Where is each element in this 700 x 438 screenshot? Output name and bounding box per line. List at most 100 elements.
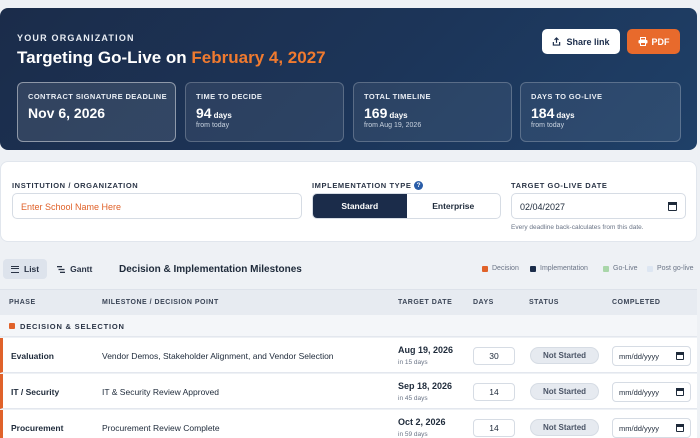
golive-date-value: 02/04/2027	[520, 202, 566, 212]
impl-type-toggle[interactable]: Standard Enterprise	[312, 193, 501, 219]
legend-golive: Go-Live	[603, 265, 638, 272]
stat-unit: days	[389, 111, 408, 120]
group-header-decision: DECISION & SELECTION	[0, 315, 697, 337]
view-toggle[interactable]: List Gantt	[3, 259, 108, 279]
row-completed-input[interactable]: mm/dd/yyyy	[612, 382, 691, 402]
pdf-button[interactable]: PDF	[627, 29, 680, 54]
row-days-input[interactable]: 14	[473, 419, 515, 437]
view-list-tab[interactable]: List	[3, 259, 48, 279]
row-status-badge[interactable]: Not Started	[530, 347, 599, 364]
golive-hint: Every deadline back-calculates from this…	[511, 224, 644, 231]
stat-label: DAYS TO GO-LIVE	[531, 92, 603, 101]
legend-swatch	[603, 265, 609, 272]
table-row: IT / Security IT & Security Review Appro…	[0, 374, 697, 409]
stat-contract-deadline: CONTRACT SIGNATURE DEADLINE Nov 6, 2026	[17, 82, 176, 142]
section-title: Decision & Implementation Milestones	[119, 264, 302, 275]
calendar-icon[interactable]	[676, 424, 684, 432]
row-date-sub: in 59 days	[398, 431, 428, 438]
share-link-label: Share link	[566, 36, 610, 47]
legend-swatch	[482, 265, 488, 272]
row-days-input[interactable]: 14	[473, 383, 515, 401]
institution-label: INSTITUTION / ORGANIZATION	[12, 181, 139, 190]
col-status: STATUS	[529, 299, 559, 306]
title-date: February 4, 2027	[191, 48, 326, 67]
impl-option-standard[interactable]: Standard	[313, 194, 407, 218]
row-target-date: Aug 19, 2026	[398, 345, 454, 355]
stat-number: 94	[196, 105, 212, 121]
group-label: DECISION & SELECTION	[20, 322, 125, 331]
group-swatch	[9, 323, 15, 329]
legend-implementation: Implementation	[530, 265, 588, 272]
view-gantt-tab[interactable]: Gantt	[49, 259, 100, 279]
table-row: Procurement Procurement Review Complete …	[0, 410, 697, 438]
view-gantt-label: Gantt	[70, 264, 93, 274]
share-icon	[553, 37, 561, 46]
stat-unit: days	[213, 111, 232, 120]
col-days: DAYS	[473, 299, 494, 306]
stat-total-timeline: TOTAL TIMELINE 169 days from Aug 19, 2026	[353, 82, 512, 142]
legend-swatch	[647, 265, 653, 272]
institution-input[interactable]: Enter School Name Here	[12, 193, 302, 219]
org-label: YOUR ORGANIZATION	[17, 33, 135, 43]
row-status-badge[interactable]: Not Started	[530, 383, 599, 400]
row-completed-input[interactable]: mm/dd/yyyy	[612, 346, 691, 366]
legend-label: Implementation	[540, 265, 588, 272]
stat-number: 184	[531, 105, 555, 121]
legend-post-golive: Post go-live	[647, 265, 694, 272]
title-prefix: Targeting Go-Live on	[17, 48, 187, 67]
stat-number: Nov 6, 2026	[28, 105, 106, 121]
stat-value: 94 days	[196, 105, 333, 121]
col-milestone: MILESTONE / DECISION POINT	[102, 299, 219, 306]
stat-number: 169	[364, 105, 388, 121]
row-days-input[interactable]: 30	[473, 347, 515, 365]
gantt-icon	[57, 265, 66, 273]
table-header: PHASE MILESTONE / DECISION POINT TARGET …	[0, 289, 697, 315]
legend-label: Decision	[492, 265, 519, 272]
completed-placeholder: mm/dd/yyyy	[619, 352, 660, 361]
share-link-button[interactable]: Share link	[542, 29, 620, 54]
row-phase: Evaluation	[11, 351, 54, 361]
calendar-icon[interactable]	[668, 202, 677, 211]
settings-panel: INSTITUTION / ORGANIZATION Enter School …	[0, 161, 697, 242]
stat-label: TOTAL TIMELINE	[364, 92, 431, 101]
impl-type-label-text: IMPLEMENTATION TYPE	[312, 181, 412, 190]
stat-unit: days	[556, 111, 575, 120]
row-status-badge[interactable]: Not Started	[530, 419, 599, 436]
printer-icon	[638, 37, 647, 46]
institution-placeholder: Enter School Name Here	[21, 202, 122, 212]
milestones-section: List Gantt Decision & Implementation Mil…	[0, 252, 697, 438]
info-icon[interactable]: ?	[414, 181, 424, 190]
row-completed-input[interactable]: mm/dd/yyyy	[612, 418, 691, 438]
col-completed: COMPLETED	[612, 299, 661, 306]
col-phase: PHASE	[9, 299, 36, 306]
row-date-sub: in 15 days	[398, 359, 428, 366]
table-row: Evaluation Vendor Demos, Stakeholder Ali…	[0, 338, 697, 373]
stat-sub: from Aug 19, 2026	[364, 122, 422, 129]
row-milestone: Procurement Review Complete	[102, 423, 220, 433]
golive-label: TARGET GO-LIVE DATE	[511, 181, 608, 190]
list-icon	[11, 265, 19, 273]
legend-label: Go-Live	[613, 265, 638, 272]
row-phase: Procurement	[11, 423, 64, 433]
pdf-label: PDF	[651, 36, 670, 47]
calendar-icon[interactable]	[676, 352, 684, 360]
stat-time-to-decide: TIME TO DECIDE 94 days from today	[185, 82, 344, 142]
calendar-icon[interactable]	[676, 388, 684, 396]
impl-type-label: IMPLEMENTATION TYPE?	[312, 181, 424, 190]
row-phase: IT / Security	[11, 387, 60, 397]
stat-days-to-golive: DAYS TO GO-LIVE 184 days from today	[520, 82, 681, 142]
impl-option-enterprise[interactable]: Enterprise	[407, 194, 501, 218]
view-list-label: List	[24, 264, 40, 274]
legend-swatch	[530, 265, 536, 272]
legend-label: Post go-live	[657, 265, 694, 272]
stat-value: 184 days	[531, 105, 670, 121]
page-title: Targeting Go-Live on February 4, 2027	[17, 48, 326, 68]
stat-label: TIME TO DECIDE	[196, 92, 263, 101]
row-target-date: Sep 18, 2026	[398, 381, 453, 391]
stat-sub: from today	[531, 122, 565, 129]
row-target-date: Oct 2, 2026	[398, 417, 446, 427]
header-banner: YOUR ORGANIZATION Targeting Go-Live on F…	[0, 8, 697, 150]
legend-decision: Decision	[482, 265, 519, 272]
row-milestone: Vendor Demos, Stakeholder Alignment, and…	[102, 351, 334, 361]
golive-date-input[interactable]: 02/04/2027	[511, 193, 686, 219]
